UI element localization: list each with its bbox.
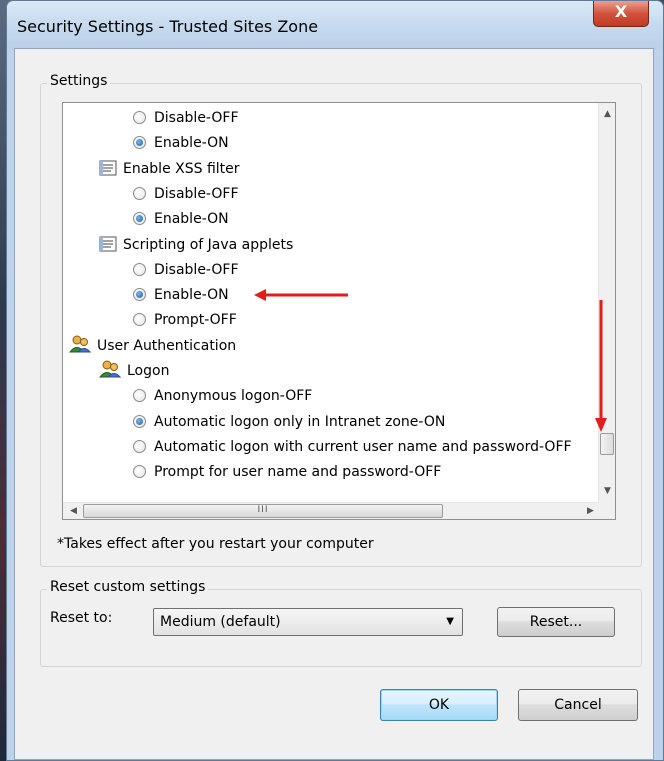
reset-level-value: Medium (default): [160, 614, 281, 630]
close-icon: X: [614, 2, 628, 21]
radio-option[interactable]: Anonymous logon-OFF: [133, 384, 312, 408]
radio-option[interactable]: Disable-OFF: [133, 182, 239, 206]
scroll-up-arrow-icon[interactable]: ▲: [599, 106, 615, 123]
list-item-label: Disable-OFF: [154, 185, 239, 202]
scroll-down-arrow-icon[interactable]: ▼: [599, 483, 615, 500]
reset-button-label: Reset...: [529, 614, 583, 630]
settings-category: User Authentication: [68, 334, 237, 361]
list-item-label: Enable-ON: [154, 135, 229, 152]
list-item-label: Automatic logon only in Intranet zone-ON: [154, 413, 446, 430]
close-button[interactable]: X: [593, 1, 649, 27]
reset-button[interactable]: Reset...: [497, 607, 615, 637]
title-bar[interactable]: Security Settings - Trusted Sites Zone X: [7, 1, 663, 49]
restart-note: *Takes effect after you restart your com…: [57, 536, 374, 552]
reset-level-select[interactable]: Medium (default) ▼: [153, 608, 463, 636]
list-item-label: Automatic logon with current user name a…: [154, 438, 572, 455]
scroll-right-arrow-icon[interactable]: ▶: [582, 503, 599, 519]
annotation-arrow-down-icon: [595, 300, 607, 432]
radio-checked-icon[interactable]: [133, 414, 146, 428]
radio-option[interactable]: Enable-ON: [133, 207, 229, 231]
radio-unchecked-icon[interactable]: [133, 313, 146, 327]
list-item-label: Logon: [127, 363, 170, 379]
radio-unchecked-icon[interactable]: [133, 186, 146, 200]
cancel-button-label: Cancel: [554, 697, 602, 713]
list-item-label: Enable-ON: [154, 211, 229, 228]
scrollbar-corner: [598, 502, 615, 519]
radio-checked-icon[interactable]: [133, 288, 146, 302]
list-item-label: Prompt-OFF: [154, 312, 237, 329]
list-item-label: Enable XSS filter: [123, 160, 240, 177]
radio-option[interactable]: Disable-OFF: [133, 106, 239, 130]
radio-option[interactable]: Prompt-OFF: [133, 308, 237, 332]
settings-list[interactable]: Disable-OFF Enable-ON Enable XSS filter Dis…: [62, 102, 616, 520]
list-item-label: Disable-OFF: [154, 261, 239, 278]
settings-item: Scripting of Java applets: [99, 233, 293, 257]
radio-option[interactable]: Enable-ON: [133, 283, 229, 307]
cancel-button[interactable]: Cancel: [518, 689, 638, 721]
settings-group-legend: Settings: [47, 73, 111, 89]
radio-checked-icon[interactable]: [133, 136, 146, 150]
reset-group-legend: Reset custom settings: [47, 579, 209, 595]
radio-option[interactable]: Disable-OFF: [133, 258, 239, 282]
radio-option[interactable]: Enable-ON: [133, 131, 229, 155]
dialog-title: Security Settings - Trusted Sites Zone: [17, 17, 319, 36]
list-item-label: Scripting of Java applets: [123, 236, 294, 253]
vertical-scroll-thumb[interactable]: [600, 433, 614, 456]
horizontal-scroll-thumb[interactable]: III: [83, 504, 443, 518]
list-item-label: Prompt for user name and password-OFF: [154, 464, 442, 481]
radio-option[interactable]: Prompt for user name and password-OFF: [133, 460, 441, 484]
settings-item: Enable XSS filter: [99, 157, 240, 181]
list-item-label: User Authentication: [97, 337, 237, 354]
radio-option[interactable]: Automatic logon with current user name a…: [133, 435, 572, 459]
chevron-down-icon: ▼: [446, 616, 454, 627]
annotation-arrow-left-icon: [254, 289, 348, 301]
radio-unchecked-icon[interactable]: [133, 465, 146, 479]
reset-to-label: Reset to:: [50, 610, 113, 626]
horizontal-scrollbar[interactable]: ◀ III ▶: [63, 502, 605, 519]
radio-unchecked-icon[interactable]: [133, 262, 146, 276]
users-icon: [68, 335, 92, 361]
list-item-label: Enable-ON: [154, 287, 229, 304]
radio-option[interactable]: Automatic logon only in Intranet zone-ON: [133, 410, 445, 434]
settings-item: Logon: [98, 359, 170, 386]
ok-button-label: OK: [428, 697, 450, 713]
script-setting-icon: [99, 236, 117, 260]
radio-unchecked-icon[interactable]: [133, 389, 146, 403]
list-item-label: Disable-OFF: [154, 110, 239, 126]
scroll-left-arrow-icon[interactable]: ◀: [65, 503, 82, 519]
radio-unchecked-icon[interactable]: [133, 439, 146, 453]
script-setting-icon: [99, 160, 117, 184]
radio-unchecked-icon[interactable]: [133, 111, 146, 124]
list-item-label: Anonymous logon-OFF: [154, 388, 313, 405]
users-icon: [98, 360, 122, 386]
radio-checked-icon[interactable]: [133, 212, 146, 226]
ok-button[interactable]: OK: [380, 689, 498, 721]
